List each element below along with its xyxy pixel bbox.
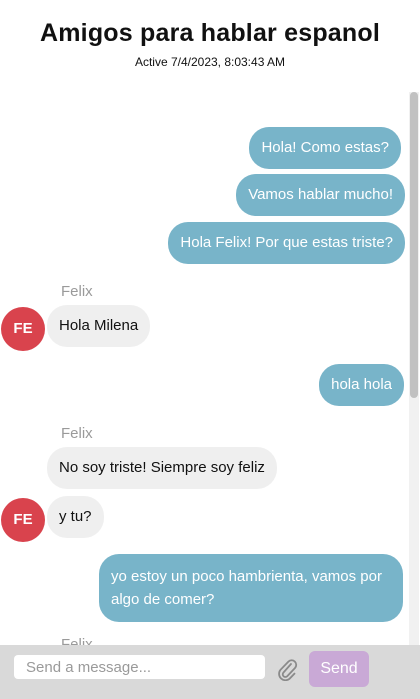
incoming-message: No soy triste! Siempre soy feliz [47, 447, 277, 489]
paperclip-icon[interactable] [276, 657, 298, 682]
incoming-message: y tu? [47, 496, 104, 538]
outgoing-message: yo estoy un poco hambrienta, vamos por a… [99, 554, 403, 622]
sender-name: Felix [61, 425, 93, 442]
avatar[interactable]: FE [1, 498, 45, 542]
chat-header: Amigos para hablar espanol Active 7/4/20… [0, 0, 420, 90]
outgoing-message: Vamos hablar mucho! [236, 174, 405, 216]
message-composer: Send [0, 645, 420, 699]
outgoing-message: Hola! Como estas? [249, 127, 401, 169]
sender-name: Felix [61, 636, 93, 645]
outgoing-message: Hola Felix! Por que estas triste? [168, 222, 405, 264]
chat-title: Amigos para hablar espanol [39, 19, 380, 47]
chat-status: Active 7/4/2023, 8:03:43 AM [134, 55, 286, 69]
message-input[interactable] [14, 655, 265, 679]
message-list[interactable]: Hola! Como estas? Vamos hablar mucho! Ho… [0, 90, 420, 645]
incoming-message: Hola Milena [47, 305, 151, 347]
sender-name: Felix [61, 283, 93, 300]
outgoing-message: hola hola [319, 364, 404, 406]
chat-scrollbar-thumb[interactable] [410, 92, 418, 398]
avatar[interactable]: FE [1, 307, 45, 351]
send-button[interactable]: Send [309, 651, 369, 687]
